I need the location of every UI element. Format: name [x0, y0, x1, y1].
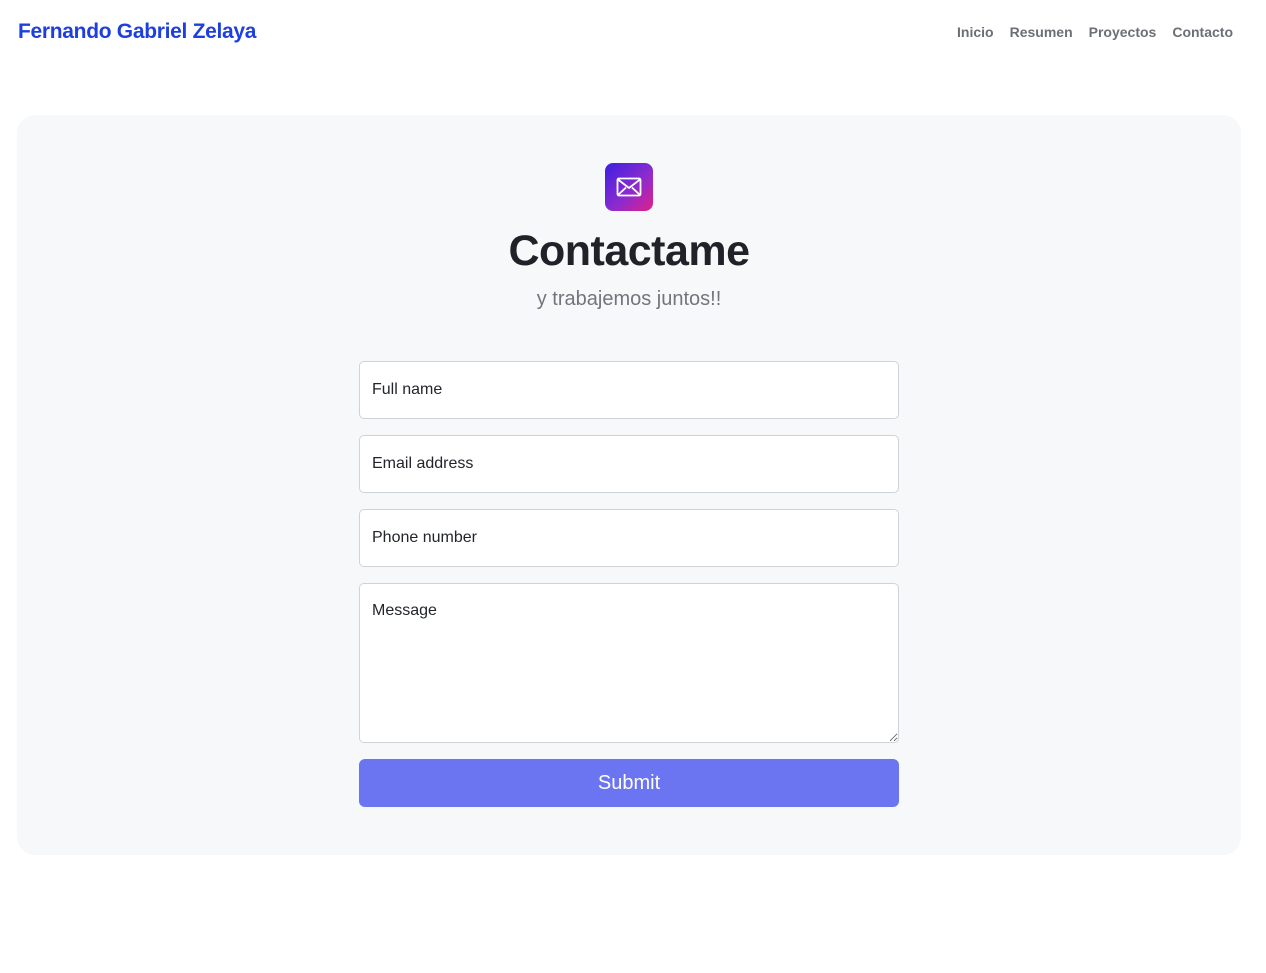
email-input[interactable] [359, 435, 899, 493]
page-subtitle: y trabajemos juntos!! [536, 288, 722, 310]
nav-link-proyectos[interactable]: Proyectos [1089, 22, 1157, 42]
page-title: Contactame [508, 227, 750, 275]
nav-link-contacto[interactable]: Contacto [1172, 22, 1233, 42]
brand-link[interactable]: Fernando Gabriel Zelaya [18, 18, 256, 46]
message-textarea[interactable] [359, 583, 899, 743]
envelope-icon-glyph [616, 177, 642, 197]
contact-form: Submit [359, 361, 899, 807]
envelope-icon [605, 163, 653, 211]
contact-card: Contactame y trabajemos juntos!! Submit [17, 115, 1241, 855]
nav-link-inicio[interactable]: Inicio [957, 22, 994, 42]
nav-links: Inicio Resumen Proyectos Contacto [957, 22, 1233, 42]
navbar: Fernando Gabriel Zelaya Inicio Resumen P… [0, 0, 1266, 64]
phone-input[interactable] [359, 509, 899, 567]
full-name-input[interactable] [359, 361, 899, 419]
nav-link-resumen[interactable]: Resumen [1010, 22, 1073, 42]
submit-button[interactable]: Submit [359, 759, 899, 807]
